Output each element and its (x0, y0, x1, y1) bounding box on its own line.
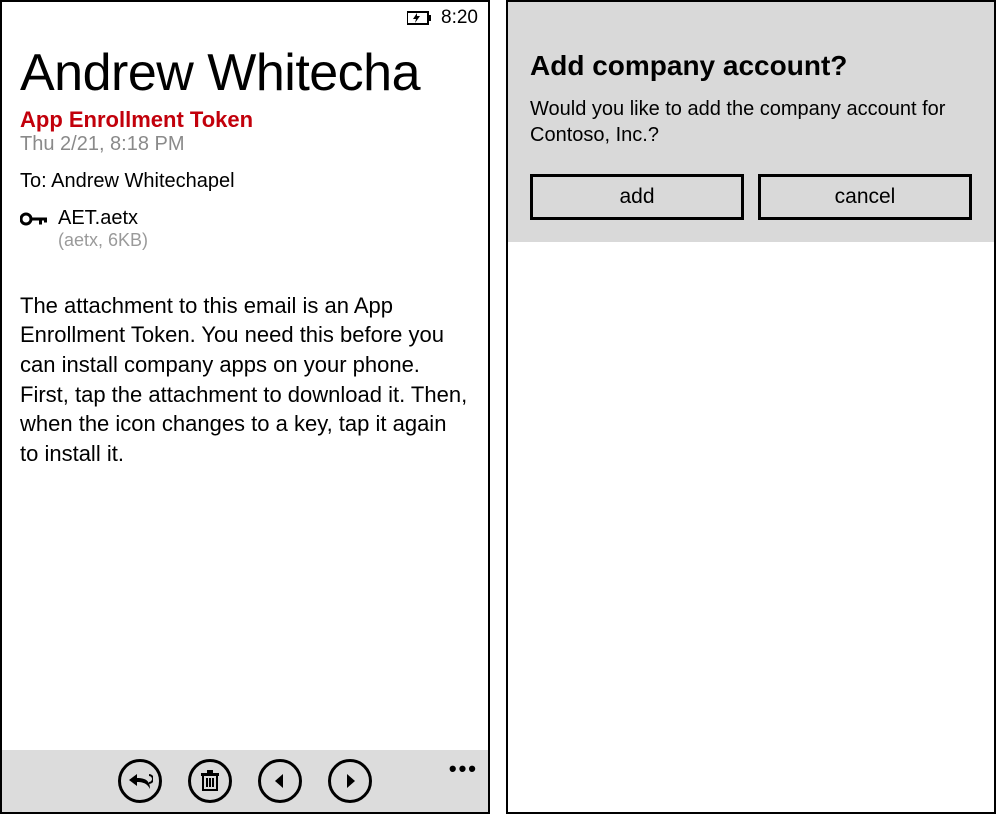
confirm-dialog: Add company account? Would you like to a… (508, 2, 994, 242)
dialog-body: Would you like to add the company accoun… (530, 96, 972, 148)
app-bar: ••• (2, 750, 488, 812)
more-button[interactable]: ••• (449, 756, 478, 782)
status-time: 8:20 (441, 7, 478, 29)
dialog-title: Add company account? (530, 50, 972, 82)
cancel-button[interactable]: cancel (758, 174, 972, 220)
battery-charging-icon (407, 10, 433, 26)
previous-button[interactable] (258, 759, 302, 803)
status-bar: 8:20 (2, 2, 488, 30)
phone-email-screen: 8:20 Andrew Whitecha App Enrollment Toke… (0, 0, 490, 814)
email-date: Thu 2/21, 8:18 PM (20, 133, 470, 156)
attachment-meta: (aetx, 6KB) (58, 230, 148, 251)
dialog-button-row: add cancel (530, 174, 972, 220)
phone-dialog-screen: 7:58 Add company account? Would you like… (506, 0, 996, 814)
email-to-line: To: Andrew Whitechapel (20, 170, 470, 193)
delete-button[interactable] (188, 759, 232, 803)
email-sender: Andrew Whitecha (20, 46, 470, 101)
email-detail-view: Andrew Whitecha App Enrollment Token Thu… (2, 30, 488, 750)
attachment-name: AET.aetx (58, 207, 148, 230)
reply-button[interactable] (118, 759, 162, 803)
next-button[interactable] (328, 759, 372, 803)
email-attachment[interactable]: AET.aetx (aetx, 6KB) (20, 207, 470, 251)
email-subject: App Enrollment Token (20, 107, 470, 133)
email-body: The attachment to this email is an App E… (20, 291, 470, 469)
key-icon (20, 211, 48, 232)
add-button[interactable]: add (530, 174, 744, 220)
attachment-text: AET.aetx (aetx, 6KB) (58, 207, 148, 251)
